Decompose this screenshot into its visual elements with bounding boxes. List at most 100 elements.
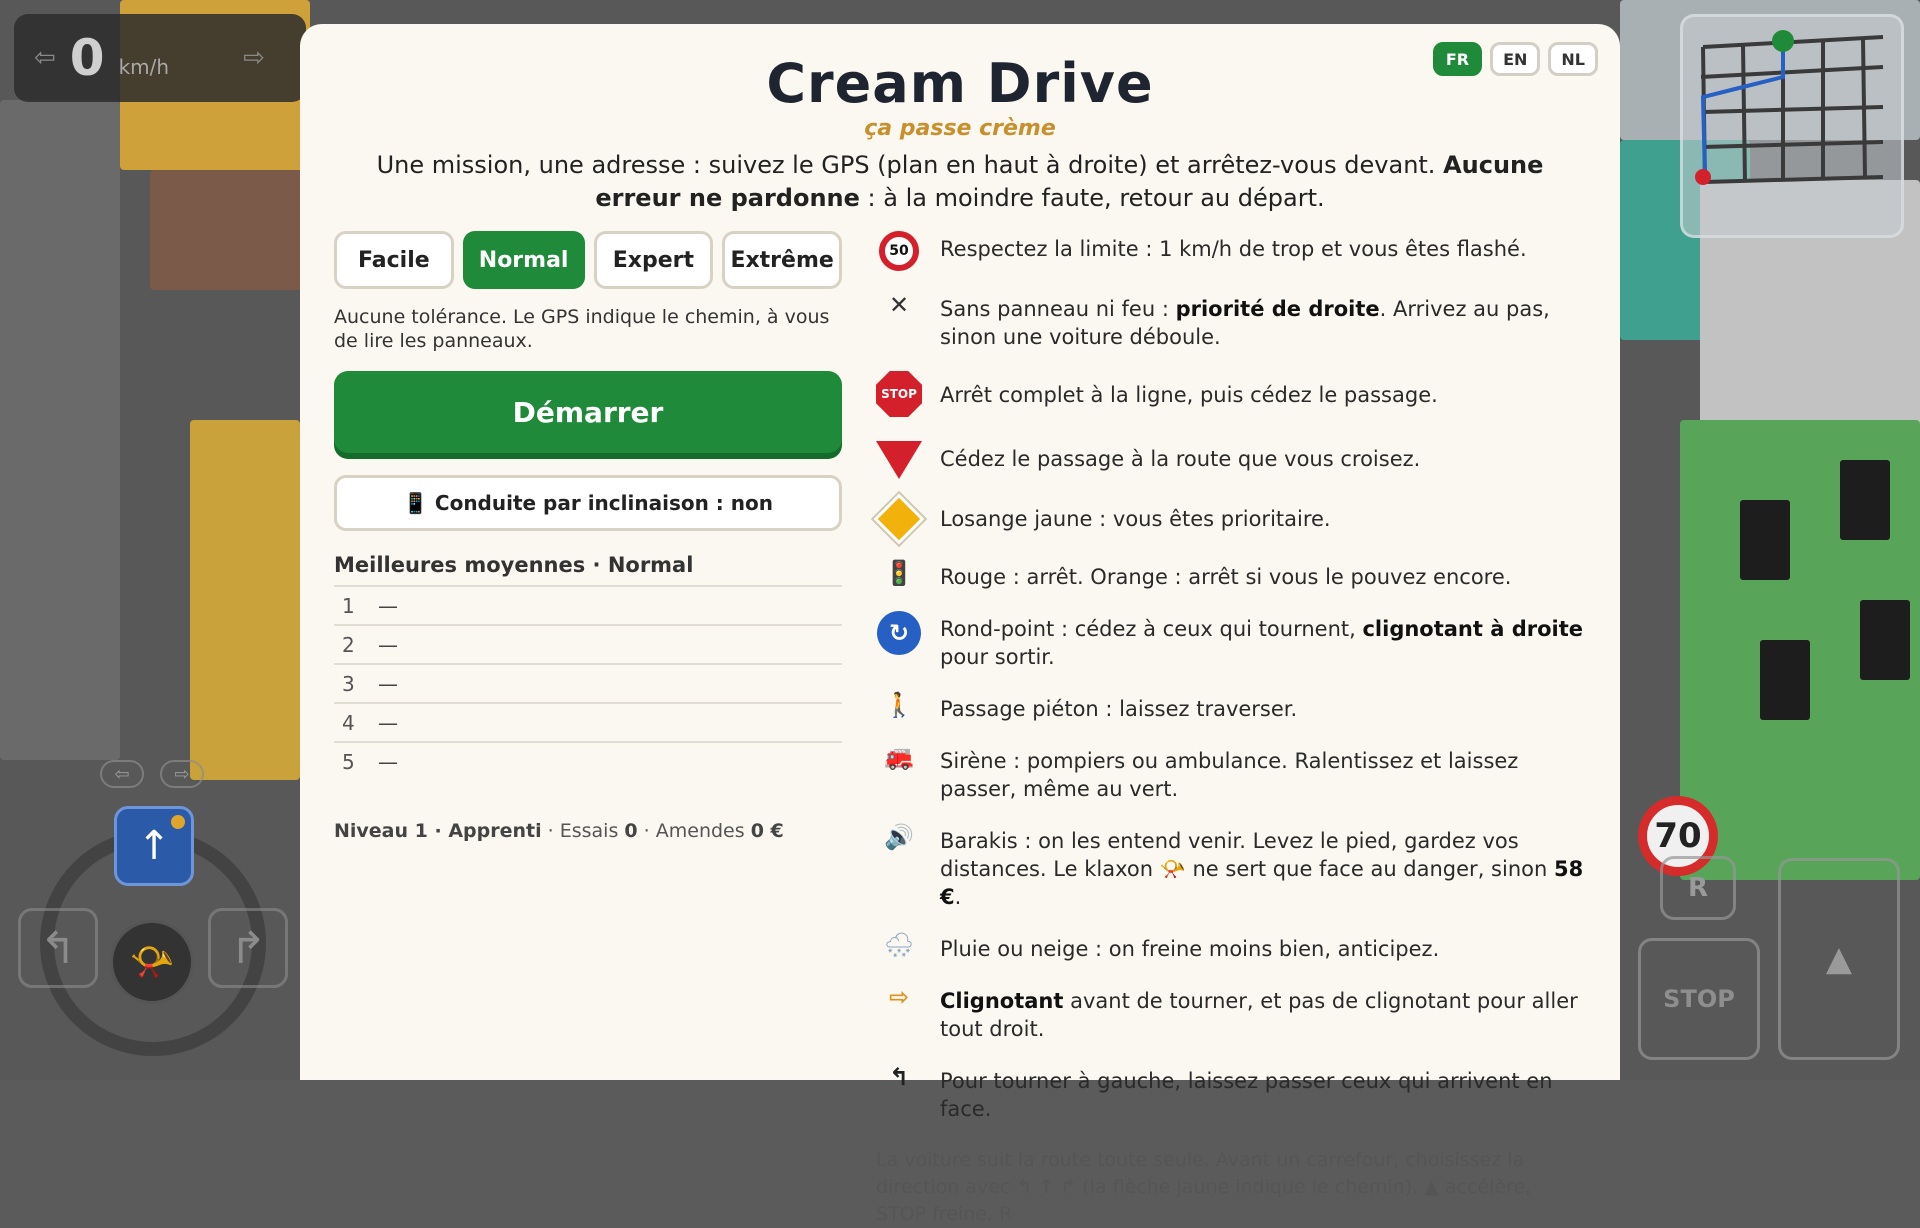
- pedestrian-icon: 🚶: [884, 691, 914, 719]
- building: [0, 100, 120, 760]
- window: [1840, 460, 1890, 540]
- rank: 2: [342, 632, 355, 657]
- rule-text-bold: Clignotant: [940, 989, 1064, 1013]
- table-row: 5—: [334, 741, 842, 780]
- level-label: Niveau 1 · Apprenti: [334, 820, 542, 842]
- list-item: ↻ Rond-point : cédez à ceux qui tournent,…: [876, 611, 1586, 671]
- turn-right-button[interactable]: ↱: [208, 908, 288, 988]
- table-row: 2—: [334, 624, 842, 663]
- score: —: [378, 749, 398, 774]
- speedometer: ⇦ 0 km/h ⇨: [14, 14, 306, 102]
- fire-truck-icon: 🚒: [884, 743, 914, 771]
- rule-text: pour sortir.: [940, 645, 1055, 669]
- rule-text: Barakis : on les entend venir. Levez le …: [940, 829, 1554, 881]
- reverse-button[interactable]: R: [1660, 856, 1736, 920]
- window: [1860, 600, 1910, 680]
- controls-footnote: La voiture suit la route toute seule. Av…: [876, 1149, 1532, 1225]
- indicator-dot: [171, 815, 185, 829]
- best-scores-title: Meilleures moyennes · Normal: [334, 553, 694, 577]
- minimap-roads: [1695, 30, 1884, 185]
- fines-value: 0 €: [750, 820, 784, 842]
- start-button[interactable]: Démarrer: [334, 371, 842, 453]
- table-row: 4—: [334, 702, 842, 741]
- player-stats: Niveau 1 · Apprenti · Essais 0 · Amendes…: [334, 820, 842, 842]
- rule-text: .: [954, 885, 962, 909]
- rule-text: Pour tourner à gauche, laissez passer ce…: [940, 1069, 1553, 1121]
- language-switcher: FR EN NL: [1432, 42, 1598, 76]
- rank: 3: [342, 671, 355, 696]
- fines-label: · Amendes: [637, 820, 751, 842]
- difficulty-facile-button[interactable]: Facile: [334, 231, 454, 289]
- rule-text-bold: clignotant à droite: [1362, 617, 1584, 641]
- speed-unit: km/h: [118, 55, 170, 79]
- speaker-icon: 🔊: [884, 823, 914, 851]
- list-item: 🚶 Passage piéton : laissez traverser.: [876, 691, 1586, 723]
- list-item: ✕ Sans panneau ni feu : priorité de droit…: [876, 291, 1586, 351]
- table-row: 3—: [334, 663, 842, 702]
- cross-icon: ✕: [888, 291, 910, 319]
- menu-left-column: Facile Normal Expert Extrême Aucune tolé…: [334, 231, 842, 1228]
- rank: 5: [342, 749, 355, 774]
- building: [150, 170, 310, 290]
- rule-text-bold: priorité de droite: [1175, 297, 1380, 321]
- list-item: 🚦 Rouge : arrêt. Orange : arrêt si vous l…: [876, 559, 1586, 591]
- difficulty-normal-button[interactable]: Normal: [462, 231, 585, 289]
- game-subtitle: ça passe crème: [864, 116, 1056, 141]
- list-item: STOP Arrêt complet à la ligne, puis cédez…: [876, 371, 1586, 417]
- yield-sign-icon: [876, 441, 922, 479]
- roundabout-icon: ↻: [877, 611, 921, 655]
- arrow-up-icon: ↑: [137, 823, 171, 869]
- difficulty-extreme-button[interactable]: Extrême: [722, 231, 842, 289]
- game-title: Cream Drive: [766, 52, 1154, 115]
- score: —: [378, 671, 398, 696]
- brake-button[interactable]: STOP: [1638, 938, 1760, 1060]
- rule-text: Cédez le passage à la route que vous cro…: [940, 447, 1421, 471]
- turn-left-button[interactable]: ↰: [18, 908, 98, 988]
- tilt-control-toggle[interactable]: 📱 Conduite par inclinaison : non: [334, 475, 842, 531]
- rule-text: Passage piéton : laissez traverser.: [940, 697, 1298, 721]
- window: [1740, 500, 1790, 580]
- rule-text: Respectez la limite : 1 km/h de trop et …: [940, 237, 1527, 261]
- score: —: [378, 710, 398, 735]
- accelerate-button[interactable]: ▲: [1778, 858, 1900, 1060]
- rank: 1: [342, 593, 355, 618]
- best-scores-list: 1— 2— 3— 4— 5—: [334, 585, 842, 780]
- list-item: 50 Respectez la limite : 1 km/h de trop e…: [876, 231, 1586, 271]
- lang-nl-button[interactable]: NL: [1548, 42, 1598, 76]
- difficulty-expert-button[interactable]: Expert: [593, 231, 714, 289]
- rule-text: Losange jaune : vous êtes prioritaire.: [940, 507, 1331, 531]
- rule-text: Sans panneau ni feu :: [940, 297, 1176, 321]
- rule-text: Sirène : pompiers ou ambulance. Ralentis…: [940, 749, 1519, 801]
- difficulty-description: Aucune tolérance. Le GPS indique le chem…: [334, 306, 830, 352]
- intro-text-part: : à la moindre faute, retour au départ.: [859, 184, 1325, 212]
- list-item: 🌨 Pluie ou neige : on freine moins bien, …: [876, 931, 1586, 963]
- lang-en-button[interactable]: EN: [1490, 42, 1541, 76]
- traffic-light-icon: 🚦: [884, 559, 914, 587]
- speed-value: 0: [69, 29, 105, 87]
- window: [1760, 640, 1810, 720]
- score: —: [378, 632, 398, 657]
- turn-left-icon: ↰: [888, 1063, 910, 1091]
- stop-sign-icon: STOP: [876, 371, 922, 417]
- destination-marker: [1772, 30, 1794, 52]
- score: —: [378, 593, 398, 618]
- list-item: ↰ Pour tourner à gauche, laissez passer c…: [876, 1063, 1586, 1123]
- gps-minimap: [1680, 14, 1904, 238]
- turn-right-arrow-icon: ↱: [229, 922, 267, 974]
- list-item: 🚒 Sirène : pompiers ou ambulance. Ralenti…: [876, 743, 1586, 803]
- straight-button[interactable]: ↑: [114, 806, 194, 886]
- car-marker: [1695, 169, 1711, 185]
- list-item: ⇨ Clignotant avant de tourner, et pas de …: [876, 983, 1586, 1043]
- rules-list: 50 Respectez la limite : 1 km/h de trop e…: [873, 231, 1586, 1228]
- start-menu-dialog: FR EN NL Cream Drive ça passe crème Une …: [300, 24, 1620, 1225]
- horn-button[interactable]: 📯: [110, 920, 194, 1004]
- blinker-right-button[interactable]: ⇨: [160, 760, 204, 788]
- horn-icon: 📯: [129, 942, 175, 983]
- rule-text: Rond-point : cédez à ceux qui tournent,: [940, 617, 1363, 641]
- lang-fr-button[interactable]: FR: [1432, 42, 1483, 76]
- tries-value: 0: [624, 820, 638, 842]
- blinker-left-button[interactable]: ⇦: [100, 760, 144, 788]
- list-item: 🔊 Barakis : on les entend venir. Levez le…: [876, 823, 1586, 911]
- speed-limit-50-icon: 50: [879, 231, 919, 271]
- list-item: Losange jaune : vous êtes prioritaire.: [873, 493, 1586, 545]
